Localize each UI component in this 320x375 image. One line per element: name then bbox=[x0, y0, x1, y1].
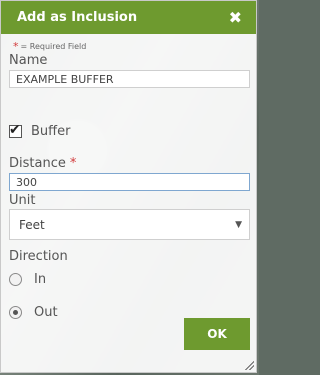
unit-select[interactable]: Feet ▼ bbox=[9, 209, 250, 240]
distance-label: Distance * bbox=[9, 156, 76, 171]
required-asterisk-icon: * bbox=[69, 156, 77, 171]
checkmark-icon: ✔ bbox=[9, 122, 21, 138]
name-label: Name bbox=[9, 53, 48, 68]
radio-out-label: Out bbox=[34, 305, 58, 320]
direction-option-in[interactable]: In bbox=[9, 272, 46, 287]
name-input[interactable] bbox=[9, 70, 250, 88]
direction-label: Direction bbox=[9, 249, 68, 264]
buffer-row[interactable]: ✔ Buffer bbox=[9, 122, 71, 139]
close-icon[interactable]: ✖ bbox=[229, 9, 242, 26]
required-note-text: = Required Field bbox=[20, 42, 87, 51]
buffer-checkbox[interactable]: ✔ bbox=[9, 122, 22, 138]
dialog-titlebar[interactable]: Add as Inclusion ✖ bbox=[1, 1, 256, 34]
radio-out[interactable] bbox=[9, 306, 22, 319]
chevron-down-icon: ▼ bbox=[235, 219, 242, 230]
dialog-title: Add as Inclusion bbox=[17, 10, 138, 25]
resize-handle-icon[interactable] bbox=[244, 360, 254, 370]
radio-in[interactable] bbox=[9, 273, 22, 286]
distance-label-text: Distance bbox=[9, 156, 66, 171]
add-inclusion-dialog: Add as Inclusion ✖ * = Required Field Nam… bbox=[0, 0, 257, 373]
direction-option-out[interactable]: Out bbox=[9, 305, 58, 320]
distance-input[interactable] bbox=[9, 173, 250, 191]
required-note: * = Required Field bbox=[13, 40, 86, 53]
unit-selected-value: Feet bbox=[19, 217, 45, 232]
ok-button[interactable]: OK bbox=[184, 318, 250, 350]
unit-label: Unit bbox=[9, 193, 36, 208]
required-asterisk-icon: * bbox=[13, 40, 19, 53]
radio-in-label: In bbox=[34, 272, 47, 287]
buffer-label: Buffer bbox=[31, 124, 71, 139]
